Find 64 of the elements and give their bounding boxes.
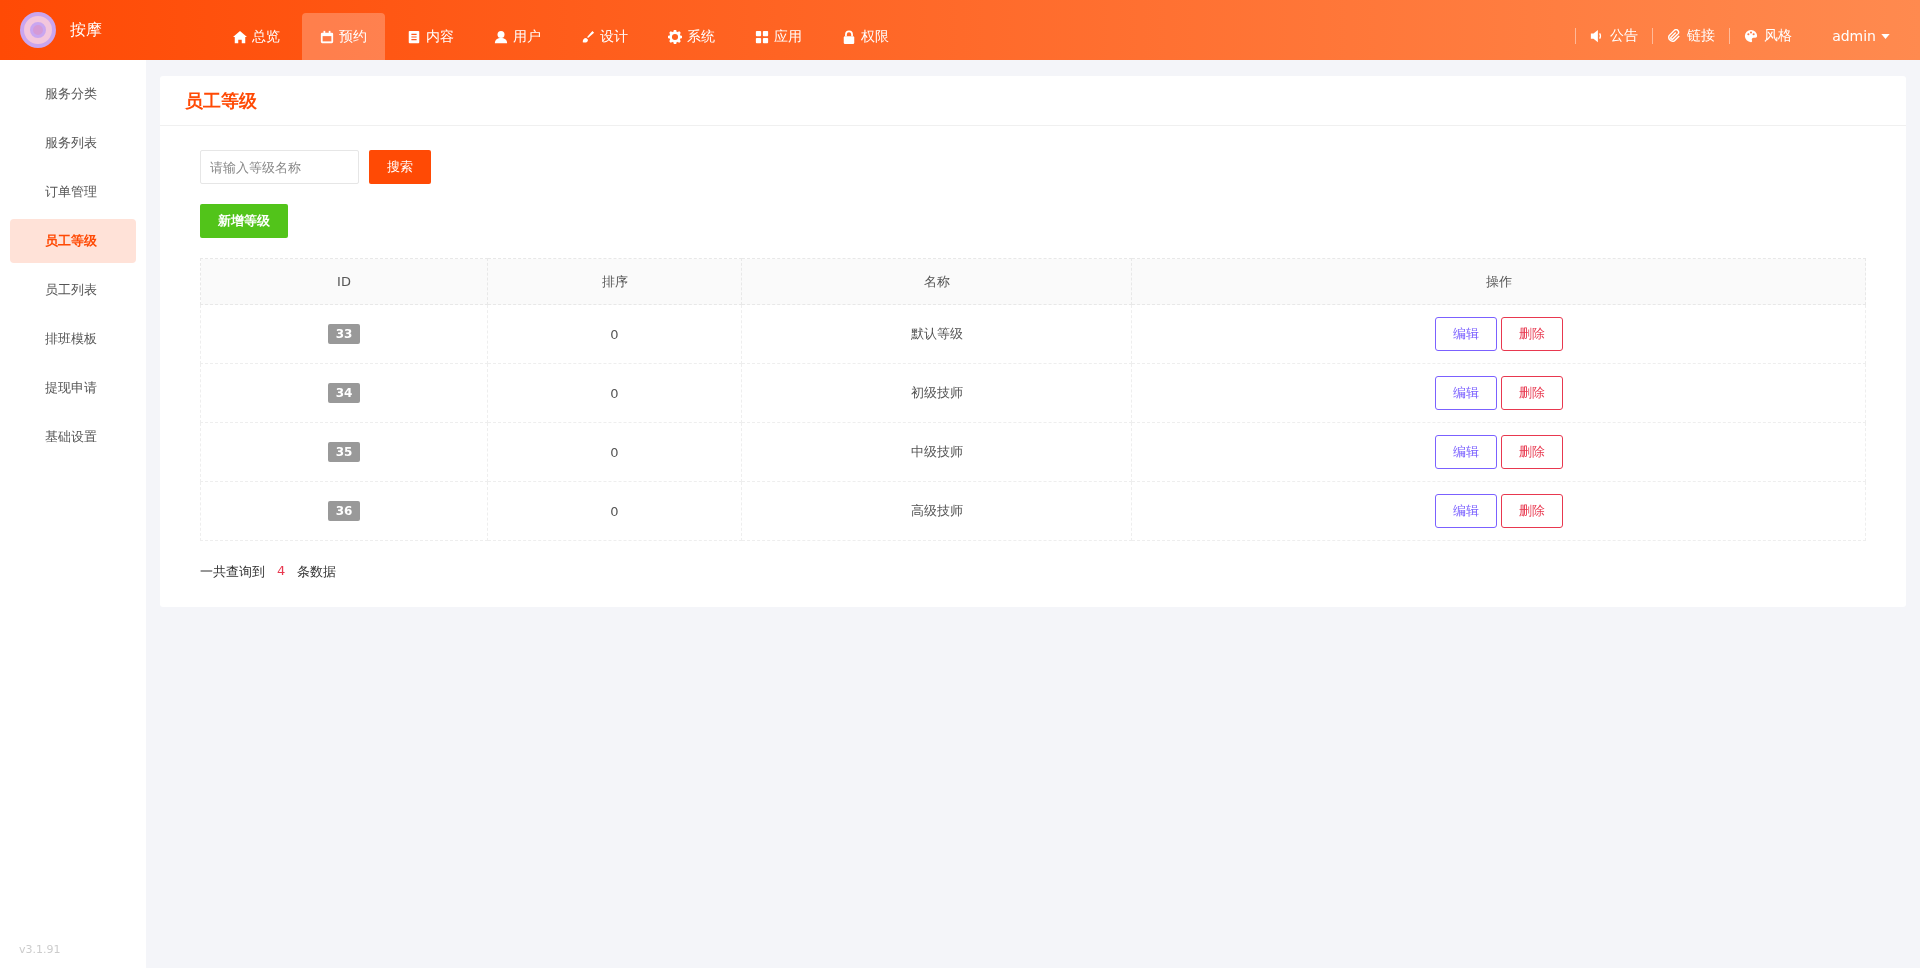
brush-icon	[581, 29, 595, 44]
sidebar-item[interactable]: 服务分类	[10, 72, 136, 116]
header-link[interactable]: 风格	[1744, 27, 1793, 45]
table-cell: 0	[610, 385, 619, 401]
edit-button[interactable]: 编辑	[1434, 376, 1497, 410]
id-badge: 34	[327, 383, 361, 403]
grid-icon	[755, 29, 769, 44]
paperclip-icon	[1667, 29, 1682, 43]
sidebar-item[interactable]: 基础设置	[10, 415, 136, 459]
sidebar-item[interactable]: 员工列表	[10, 268, 136, 312]
summary-text: 条数据	[297, 563, 337, 581]
nav-tab[interactable]: 预约	[302, 13, 385, 60]
nav-tab[interactable]: 设计	[563, 13, 646, 60]
edit-button[interactable]: 编辑	[1434, 494, 1497, 528]
gear-icon	[668, 29, 682, 44]
search-field[interactable]: 请输入等级名称	[200, 150, 359, 184]
table-cell: 中级技师	[910, 444, 963, 459]
header-link[interactable]: 公告	[1590, 27, 1639, 45]
search-button[interactable]: 搜索	[369, 150, 431, 184]
id-badge: 35	[327, 442, 361, 462]
sidebar-item[interactable]: 服务列表	[10, 121, 136, 165]
caret-icon	[1881, 33, 1890, 39]
delete-button[interactable]: 删除	[1500, 317, 1563, 351]
result-count: 4	[277, 563, 286, 580]
delete-button[interactable]: 删除	[1500, 376, 1563, 410]
sidebar-item[interactable]: 订单管理	[10, 170, 136, 214]
column-header: ID	[337, 274, 351, 289]
nav-tab[interactable]: 应用	[737, 13, 820, 60]
logo-icon	[20, 12, 56, 48]
user-menu[interactable]: admin	[1832, 28, 1890, 44]
palette-icon	[1744, 29, 1759, 43]
nav-tab[interactable]: 系统	[650, 13, 733, 60]
table-cell: 高级技师	[910, 503, 963, 518]
delete-button[interactable]: 删除	[1500, 494, 1563, 528]
table-cell: 0	[610, 326, 619, 342]
nav-tab[interactable]: 内容	[389, 13, 472, 60]
sidebar-item[interactable]: 排班模板	[10, 317, 136, 361]
edit-button[interactable]: 编辑	[1434, 435, 1497, 469]
header-link[interactable]: 链接	[1667, 27, 1716, 45]
nav-tab[interactable]: 用户	[476, 13, 559, 60]
page-title: 员工等级	[185, 88, 257, 113]
column-header: 名称	[923, 273, 950, 289]
app-name: 按摩	[70, 19, 102, 41]
table-cell: 0	[610, 444, 619, 460]
nav-tab[interactable]: 总览	[215, 13, 298, 60]
sidebar-item[interactable]: 提现申请	[10, 366, 136, 410]
summary-text: 一共查询到	[200, 563, 265, 581]
id-badge: 36	[327, 501, 361, 521]
edit-button[interactable]: 编辑	[1434, 317, 1497, 351]
table-cell: 初级技师	[910, 385, 963, 400]
table-cell: 默认等级	[910, 326, 963, 341]
document-icon	[407, 29, 421, 44]
id-badge: 33	[327, 324, 361, 344]
calendar-icon	[320, 29, 334, 44]
table-cell: 0	[610, 503, 619, 519]
add-button[interactable]: 新增等级	[200, 204, 288, 238]
column-header: 排序	[601, 273, 628, 289]
home-icon	[233, 29, 247, 44]
sidebar-item[interactable]: 员工等级	[10, 219, 136, 263]
column-header: 操作	[1485, 273, 1512, 289]
user-icon	[494, 29, 508, 44]
nav-tab[interactable]: 权限	[824, 13, 907, 60]
lock-icon	[842, 29, 856, 44]
delete-button[interactable]: 删除	[1500, 435, 1563, 469]
